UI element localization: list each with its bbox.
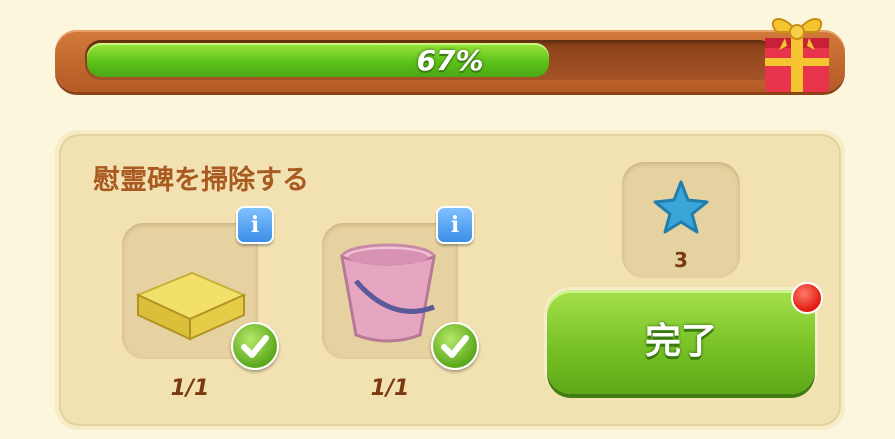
- check-icon: [431, 322, 479, 370]
- progress-percent: 67%: [416, 44, 484, 77]
- gift-box-icon[interactable]: [757, 2, 837, 94]
- notification-dot: [791, 282, 823, 314]
- reward-count: 3: [674, 248, 688, 272]
- complete-label: 完了: [644, 321, 717, 362]
- item-count-sponge: 1/1: [170, 376, 210, 401]
- info-button-sponge[interactable]: i: [236, 206, 274, 244]
- task-panel: 慰霊碑を掃除する i 1/1 i 1/1 3 完了: [55, 130, 845, 430]
- progress-bar: 67%: [55, 30, 845, 92]
- blue-star-icon: [653, 180, 709, 234]
- info-button-bucket[interactable]: i: [436, 206, 474, 244]
- item-count-bucket: 1/1: [370, 376, 410, 401]
- task-title: 慰霊碑を掃除する: [93, 165, 309, 196]
- check-icon: [231, 322, 279, 370]
- complete-button[interactable]: 完了: [547, 290, 815, 394]
